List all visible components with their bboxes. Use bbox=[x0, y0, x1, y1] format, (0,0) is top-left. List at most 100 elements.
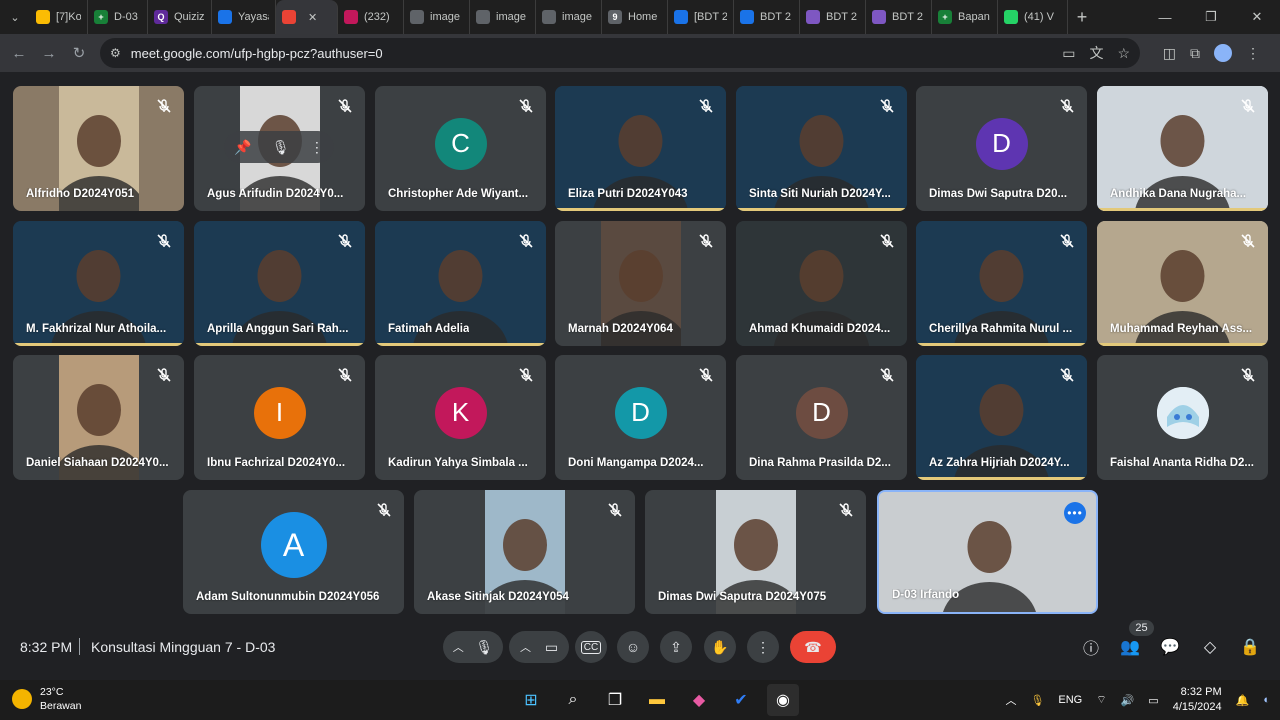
restore-icon[interactable]: ❐ bbox=[1188, 0, 1234, 34]
todo-app-icon[interactable]: ✔ bbox=[725, 684, 757, 716]
task-view-icon[interactable]: ❐ bbox=[599, 684, 631, 716]
minimize-icon[interactable]: — bbox=[1142, 0, 1188, 34]
camera-in-use-icon[interactable]: ▭ bbox=[1062, 45, 1075, 62]
browser-tab[interactable]: ✕ bbox=[276, 0, 338, 34]
weather-widget[interactable]: 23°C Berawan bbox=[12, 685, 81, 713]
participant-tile[interactable]: D Dina Rahma Prasilda D2... bbox=[736, 355, 907, 480]
participant-tile[interactable]: Cherillya Rahmita Nurul ... bbox=[916, 221, 1087, 346]
file-explorer-icon[interactable]: ▬ bbox=[641, 684, 673, 716]
participant-tile[interactable]: Andhika Dana Nugraha... bbox=[1097, 86, 1268, 211]
participant-tile[interactable]: I Ibnu Fachrizal D2024Y0... bbox=[194, 355, 365, 480]
more-vertical-icon[interactable]: ⋮ bbox=[310, 139, 324, 156]
participant-tile[interactable]: D Doni Mangampa D2024... bbox=[555, 355, 726, 480]
pin-icon[interactable]: 📌 bbox=[234, 139, 251, 156]
browser-tab[interactable]: Q Quiziz bbox=[148, 0, 212, 34]
microphone-tray-icon[interactable]: 🎙 bbox=[1030, 694, 1044, 707]
back-arrow-icon[interactable]: ← bbox=[4, 38, 34, 68]
volume-icon[interactable]: 🔊 bbox=[1121, 694, 1135, 707]
mute-participant-icon[interactable]: 🎙 bbox=[272, 139, 290, 156]
participant-tile[interactable]: Fatimah Adelia bbox=[375, 221, 546, 346]
tab-title: (232) bbox=[364, 11, 390, 23]
present-screen-button[interactable]: ⇪ bbox=[660, 631, 692, 663]
bookmark-star-icon[interactable]: ☆ bbox=[1117, 45, 1130, 62]
participant-tile[interactable]: Az Zahra Hijriah D2024Y... bbox=[916, 355, 1087, 480]
translate-icon[interactable]: 文 bbox=[1089, 43, 1103, 63]
participant-tile[interactable]: Eliza Putri D2024Y043 bbox=[555, 86, 726, 211]
browser-tab[interactable]: [7]Kor bbox=[30, 0, 88, 34]
tile-more-options-icon[interactable]: ••• bbox=[1064, 502, 1086, 524]
participant-tile[interactable]: Dimas Dwi Saputra D2024Y075 bbox=[645, 490, 866, 614]
browser-tab[interactable]: Yayasa bbox=[212, 0, 276, 34]
participant-tile[interactable]: A Adam Sultonunmubin D2024Y056 bbox=[183, 490, 404, 614]
meeting-details-icon[interactable]: ⓘ bbox=[1079, 635, 1103, 659]
store-app-icon[interactable]: ◆ bbox=[683, 684, 715, 716]
host-controls-lock-icon[interactable]: 🔒 bbox=[1238, 635, 1262, 659]
browser-tab[interactable]: image bbox=[470, 0, 536, 34]
participant-tile[interactable]: K Kadirun Yahya Simbala ... bbox=[375, 355, 546, 480]
reload-icon[interactable]: ↻ bbox=[64, 38, 94, 68]
browser-tab[interactable]: 9 Home bbox=[602, 0, 668, 34]
microphone-icon[interactable]: 🎙 bbox=[475, 639, 493, 656]
participant-tile[interactable]: Daniel Siahaan D2024Y0... bbox=[13, 355, 184, 480]
search-icon[interactable]: ⌕ bbox=[557, 684, 589, 716]
chevron-up-icon[interactable]: ︿ bbox=[520, 639, 531, 655]
media-controls-icon[interactable]: ◫ bbox=[1163, 45, 1176, 62]
participant-tile[interactable]: Sinta Siti Nuriah D2024Y... bbox=[736, 86, 907, 211]
participant-tile[interactable]: Akase Sitinjak D2024Y054 bbox=[414, 490, 635, 614]
wifi-icon[interactable]: ⌔ bbox=[1096, 693, 1106, 707]
participant-tile[interactable]: Marnah D2024Y064 bbox=[555, 221, 726, 346]
chrome-icon[interactable]: ◉ bbox=[767, 684, 799, 716]
participant-tile[interactable]: C Christopher Ade Wiyant... bbox=[375, 86, 546, 211]
participant-tile[interactable]: Muhammad Reyhan Ass... bbox=[1097, 221, 1268, 346]
language-indicator[interactable]: ENG bbox=[1058, 694, 1082, 706]
chevron-up-icon[interactable]: ︿ bbox=[453, 639, 464, 655]
browser-tab[interactable]: + Bapan bbox=[932, 0, 998, 34]
participant-tile[interactable]: D Dimas Dwi Saputra D20... bbox=[916, 86, 1087, 211]
browser-tab[interactable]: BDT 2 bbox=[800, 0, 866, 34]
participant-tile[interactable]: Faishal Ananta Ridha D2... bbox=[1097, 355, 1268, 480]
participant-tile[interactable]: Agus Arifudin D2024Y0... 📌 🎙 ⋮ bbox=[194, 86, 365, 211]
browser-tab[interactable]: + D-03 bbox=[88, 0, 148, 34]
browser-tab[interactable]: image bbox=[536, 0, 602, 34]
tray-chevron-up-icon[interactable]: ︿ bbox=[1005, 692, 1016, 708]
temperature: 23°C bbox=[40, 686, 64, 698]
browser-tab[interactable]: (232) bbox=[338, 0, 404, 34]
participant-tile[interactable]: ••• D-03 Irfando bbox=[877, 490, 1098, 614]
leave-call-button[interactable]: ☎ bbox=[790, 631, 836, 663]
battery-icon[interactable]: ▭ bbox=[1148, 694, 1158, 707]
more-options-button[interactable]: ⋮ bbox=[747, 631, 779, 663]
emoji-reactions-button[interactable]: ☺ bbox=[617, 631, 649, 663]
browser-tab[interactable]: BDT 2 bbox=[866, 0, 932, 34]
tab-close-icon[interactable]: ✕ bbox=[308, 11, 317, 24]
address-bar[interactable]: ⚙ meet.google.com/ufp-hgbp-pcz?authuser=… bbox=[100, 38, 1140, 68]
forward-arrow-icon[interactable]: → bbox=[34, 38, 64, 68]
browser-tab[interactable]: [BDT 2 bbox=[668, 0, 734, 34]
camera-icon[interactable]: ▭ bbox=[545, 639, 558, 656]
notifications-icon[interactable]: 🔔 bbox=[1236, 694, 1250, 707]
copilot-icon[interactable]: ◐ bbox=[1263, 694, 1270, 706]
browser-tab[interactable]: (41) V bbox=[998, 0, 1068, 34]
microphone-control[interactable]: ︿ 🎙 bbox=[443, 631, 503, 663]
participant-avatar: C bbox=[434, 117, 487, 170]
site-settings-icon[interactable]: ⚙ bbox=[110, 46, 121, 60]
chrome-menu-icon[interactable]: ⋮ bbox=[1246, 45, 1260, 62]
participant-tile[interactable]: Aprilla Anggun Sari Rah... bbox=[194, 221, 365, 346]
system-clock[interactable]: 8:32 PM 4/15/2024 bbox=[1173, 685, 1222, 715]
camera-control[interactable]: ︿ ▭ bbox=[509, 631, 569, 663]
windows-start-icon[interactable]: ⊞ bbox=[515, 684, 547, 716]
raise-hand-button[interactable]: ✋ bbox=[704, 631, 736, 663]
browser-tab[interactable]: BDT 2 bbox=[734, 0, 800, 34]
participant-tile[interactable]: Ahmad Khumaidi D2024... bbox=[736, 221, 907, 346]
chat-icon[interactable]: 💬 bbox=[1158, 635, 1182, 659]
activities-icon[interactable]: ◇ bbox=[1198, 635, 1222, 659]
participant-tile[interactable]: Alfridho D2024Y051 bbox=[13, 86, 184, 211]
extensions-puzzle-icon[interactable]: ⧉ bbox=[1190, 45, 1200, 62]
new-tab-plus-icon[interactable]: + bbox=[1068, 0, 1096, 34]
participant-tile[interactable]: M. Fakhrizal Nur Athoila... bbox=[13, 221, 184, 346]
people-icon[interactable]: 👥 bbox=[1118, 635, 1142, 659]
captions-button[interactable]: CC bbox=[575, 631, 607, 663]
browser-tab[interactable]: image bbox=[404, 0, 470, 34]
close-window-icon[interactable]: ✕ bbox=[1234, 0, 1280, 34]
profile-avatar[interactable] bbox=[1214, 44, 1232, 62]
tab-search-chevron-icon[interactable]: ⌄ bbox=[0, 0, 30, 34]
